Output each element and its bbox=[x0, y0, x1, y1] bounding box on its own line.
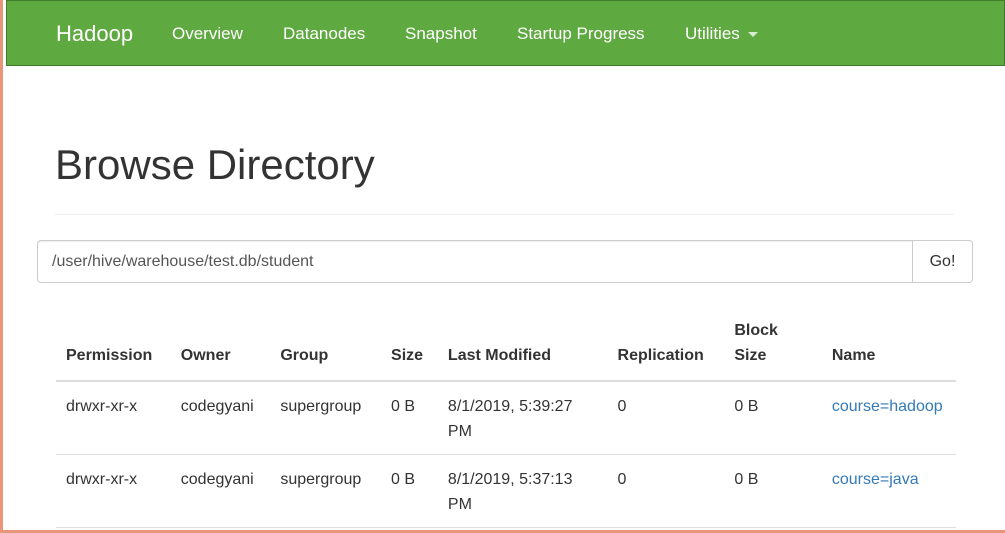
column-header-group[interactable]: Group bbox=[270, 310, 382, 382]
directory-link-course-hadoop[interactable]: course=hadoop bbox=[832, 398, 943, 415]
page-title: Browse Directory bbox=[55, 141, 375, 188]
directory-path-input[interactable] bbox=[37, 240, 913, 283]
cell-owner: codegyani bbox=[170, 381, 271, 455]
cell-group: supergroup bbox=[270, 454, 382, 528]
cell-group: supergroup bbox=[270, 381, 382, 455]
navbar: Hadoop Overview Datanodes Snapshot Start… bbox=[6, 0, 1005, 66]
nav-utilities-dropdown[interactable]: Utilities bbox=[685, 24, 758, 44]
cell-name: course=hadoop bbox=[821, 381, 956, 455]
cell-block-size: 0 B bbox=[724, 381, 822, 455]
cell-owner: codegyani bbox=[170, 454, 271, 528]
directory-link-course-java[interactable]: course=java bbox=[832, 471, 919, 488]
nav-datanodes[interactable]: Datanodes bbox=[283, 24, 365, 44]
cell-last-modified: 8/1/2019, 5:39:27 PM bbox=[437, 381, 608, 455]
browser-viewport: Hadoop Overview Datanodes Snapshot Start… bbox=[0, 0, 1005, 533]
go-button[interactable]: Go! bbox=[912, 240, 973, 283]
nav-utilities-label: Utilities bbox=[685, 24, 740, 43]
table-row: drwxr-xr-x codegyani supergroup 0 B 8/1/… bbox=[56, 454, 956, 528]
column-header-size[interactable]: Size bbox=[381, 310, 438, 382]
cell-name: course=java bbox=[821, 454, 956, 528]
nav-overview[interactable]: Overview bbox=[172, 24, 243, 44]
column-header-last-modified[interactable]: Last Modified bbox=[437, 310, 608, 382]
caret-down-icon bbox=[747, 32, 758, 38]
cell-permission: drwxr-xr-x bbox=[56, 454, 171, 528]
column-header-replication[interactable]: Replication bbox=[607, 310, 725, 382]
page-header: Browse Directory bbox=[55, 140, 954, 215]
cell-block-size: 0 B bbox=[724, 454, 822, 528]
cell-replication: 0 bbox=[607, 454, 725, 528]
cell-size: 0 B bbox=[381, 381, 438, 455]
cell-size: 0 B bbox=[381, 454, 438, 528]
table-row: drwxr-xr-x codegyani supergroup 0 B 8/1/… bbox=[56, 381, 956, 455]
table-header-row: Permission Owner Group Size Last Modifie… bbox=[56, 310, 956, 382]
column-header-name[interactable]: Name bbox=[821, 310, 956, 382]
brand-link[interactable]: Hadoop bbox=[56, 21, 133, 47]
cell-last-modified: 8/1/2019, 5:37:13 PM bbox=[437, 454, 608, 528]
column-header-owner[interactable]: Owner bbox=[170, 310, 271, 382]
directory-listing-table: Permission Owner Group Size Last Modifie… bbox=[56, 310, 956, 528]
column-header-block-size[interactable]: Block Size bbox=[724, 310, 822, 382]
column-header-permission[interactable]: Permission bbox=[56, 310, 171, 382]
cell-permission: drwxr-xr-x bbox=[56, 381, 171, 455]
nav-snapshot[interactable]: Snapshot bbox=[405, 24, 477, 44]
nav-startup-progress[interactable]: Startup Progress bbox=[517, 24, 645, 44]
cell-replication: 0 bbox=[607, 381, 725, 455]
